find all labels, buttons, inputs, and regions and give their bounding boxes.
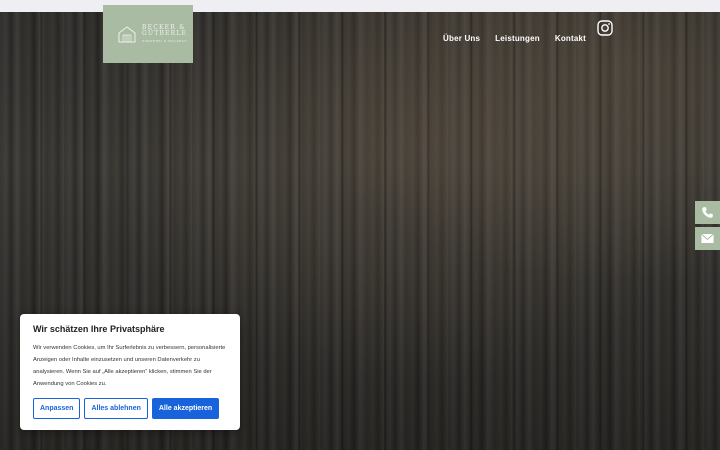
logo-line-2: GÜTBERLE xyxy=(142,30,188,38)
nav-item-ueber-uns[interactable]: Über Uns xyxy=(443,34,480,43)
instagram-icon[interactable] xyxy=(597,20,613,36)
logo-wordmark: BECKER & GÜTBERLE ZIMMEREI & HOLZBAU xyxy=(142,24,188,43)
house-logo-icon xyxy=(118,26,136,43)
cookie-accept-all-button[interactable]: Alle akzeptieren xyxy=(151,398,220,419)
main-nav: Über Uns Leistungen Kontakt xyxy=(443,34,586,43)
email-contact-button[interactable] xyxy=(695,227,720,250)
site-logo[interactable]: BECKER & GÜTBERLE ZIMMEREI & HOLZBAU xyxy=(103,5,193,63)
nav-item-kontakt[interactable]: Kontakt xyxy=(555,34,586,43)
phone-contact-button[interactable] xyxy=(695,201,720,224)
cookie-description: Wir verwenden Cookies, um Ihr Surferlebn… xyxy=(33,345,226,387)
cookie-consent-banner: Wir schätzen Ihre Privatsphäre Wir verwe… xyxy=(20,314,240,430)
cookie-customize-button[interactable]: Anpassen xyxy=(33,398,81,419)
nav-item-leistungen[interactable]: Leistungen xyxy=(495,34,540,43)
envelope-icon xyxy=(701,233,714,243)
cookie-title: Wir schätzen Ihre Privatsphäre xyxy=(33,324,165,334)
phone-icon xyxy=(702,207,713,218)
cookie-actions: Anpassen Alles ablehnen Alle akzeptieren xyxy=(33,398,227,419)
cookie-reject-all-button[interactable]: Alles ablehnen xyxy=(84,398,148,419)
logo-tagline: ZIMMEREI & HOLZBAU xyxy=(142,38,188,43)
